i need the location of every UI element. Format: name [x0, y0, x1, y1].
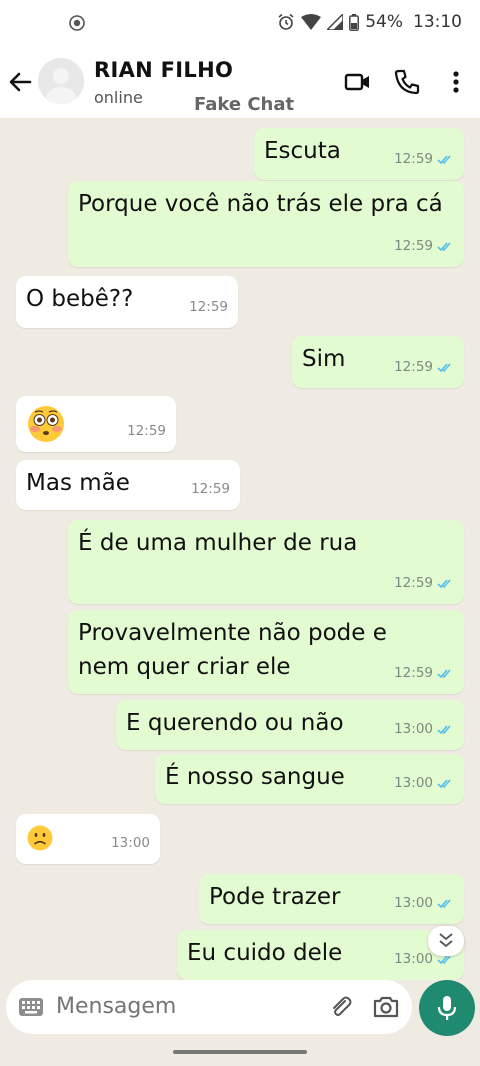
contact-name[interactable]: RIAN FILHO: [94, 58, 233, 82]
message-meta: 12:59: [191, 472, 230, 506]
message-meta: 13:00: [394, 766, 454, 800]
message-time: 12:59: [394, 151, 433, 167]
message-time: 13:00: [111, 835, 150, 851]
message-meta: 12:59: [394, 656, 454, 690]
clock: 13:10: [413, 12, 462, 32]
message-time: 12:59: [394, 238, 433, 254]
camera-icon[interactable]: [372, 994, 400, 1020]
battery-icon: [349, 13, 360, 31]
message-bubble-outgoing[interactable]: E querendo ou não 13:00: [116, 700, 464, 750]
message-time: 12:59: [189, 299, 228, 315]
home-indicator[interactable]: [173, 1050, 307, 1054]
message-bubble-incoming[interactable]: 12:59: [16, 396, 176, 452]
record-icon: [69, 15, 85, 31]
wifi-icon: [301, 14, 322, 30]
message-meta: 12:59: [127, 414, 166, 448]
message-meta: 13:00: [394, 712, 454, 746]
phone-icon[interactable]: [393, 68, 421, 96]
message-time: 13:00: [394, 775, 433, 791]
back-arrow-icon[interactable]: [6, 68, 34, 96]
alarm-icon: [278, 13, 294, 30]
read-ticks-icon: [437, 578, 451, 588]
message-bubble-outgoing[interactable]: É de uma mulher de rua 12:59: [68, 520, 464, 604]
message-time: 12:59: [394, 575, 433, 591]
read-ticks-icon: [437, 668, 451, 678]
video-call-icon[interactable]: [344, 68, 372, 96]
microphone-icon: [437, 996, 457, 1020]
message-meta: 12:59: [394, 142, 454, 176]
keyboard-icon[interactable]: [18, 996, 44, 1018]
message-bubble-outgoing[interactable]: Pode trazer 13:00: [199, 874, 464, 924]
message-text: Porque você não trás ele pra cá: [78, 191, 443, 217]
read-ticks-icon: [437, 724, 451, 734]
read-ticks-icon: [437, 898, 451, 908]
watermark-label: Fake Chat: [194, 94, 295, 115]
status-bar: 54% 13:10: [0, 0, 480, 46]
message-meta: 12:59: [394, 566, 454, 600]
composer-bar: [0, 980, 480, 1066]
read-ticks-icon: [437, 362, 451, 372]
message-input[interactable]: [56, 980, 316, 1034]
message-meta: 13:00: [394, 886, 454, 920]
voice-record-button[interactable]: [419, 980, 475, 1036]
message-time: 13:00: [394, 721, 433, 737]
message-bubble-outgoing[interactable]: Escuta 12:59: [254, 128, 464, 180]
avatar[interactable]: [38, 58, 84, 104]
read-ticks-icon: [437, 154, 451, 164]
double-chevron-down-icon: [439, 933, 453, 948]
message-meta: 12:59: [394, 350, 454, 384]
message-time: 12:59: [394, 665, 433, 681]
battery-percent: 54%: [365, 12, 403, 32]
message-time: 13:00: [394, 895, 433, 911]
message-bubble-incoming[interactable]: 13:00: [16, 814, 160, 864]
more-vert-icon[interactable]: [442, 68, 470, 96]
message-bubble-incoming[interactable]: O bebê?? 12:59: [16, 276, 238, 328]
message-meta: 13:00: [111, 826, 150, 860]
message-bubble-incoming[interactable]: Mas mãe 12:59: [16, 460, 240, 510]
signal-icon: [327, 14, 344, 30]
chat-area[interactable]: Escuta 12:59 Porque você não trás ele pr…: [0, 118, 480, 980]
message-time: 12:59: [127, 423, 166, 439]
message-meta: 12:59: [189, 290, 228, 324]
scroll-to-bottom-button[interactable]: [428, 926, 464, 956]
message-time: 12:59: [191, 481, 230, 497]
message-text: É de uma mulher de rua: [78, 530, 358, 556]
message-meta: 12:59: [394, 229, 454, 263]
message-bubble-outgoing[interactable]: É nosso sangue 13:00: [155, 754, 464, 804]
flushed-face-emoji-icon: [28, 406, 64, 442]
contact-status: online: [94, 88, 143, 107]
message-text: Provavelmente não pode e nem quer criar …: [78, 620, 387, 680]
message-bubble-outgoing[interactable]: Porque você não trás ele pra cá 12:59: [68, 181, 464, 267]
message-bubble-outgoing[interactable]: Eu cuido dele 13:00: [177, 930, 464, 980]
frowning-face-emoji-icon: [27, 825, 53, 851]
message-bubble-outgoing[interactable]: Provavelmente não pode e nem quer criar …: [68, 610, 464, 694]
attach-icon[interactable]: [328, 994, 354, 1020]
message-input-container[interactable]: [6, 980, 412, 1034]
read-ticks-icon: [437, 778, 451, 788]
read-ticks-icon: [437, 241, 451, 251]
status-icons: 54% 13:10: [277, 12, 462, 32]
default-avatar-icon: [38, 58, 84, 104]
message-bubble-outgoing[interactable]: Sim 12:59: [292, 336, 464, 388]
message-time: 12:59: [394, 359, 433, 375]
